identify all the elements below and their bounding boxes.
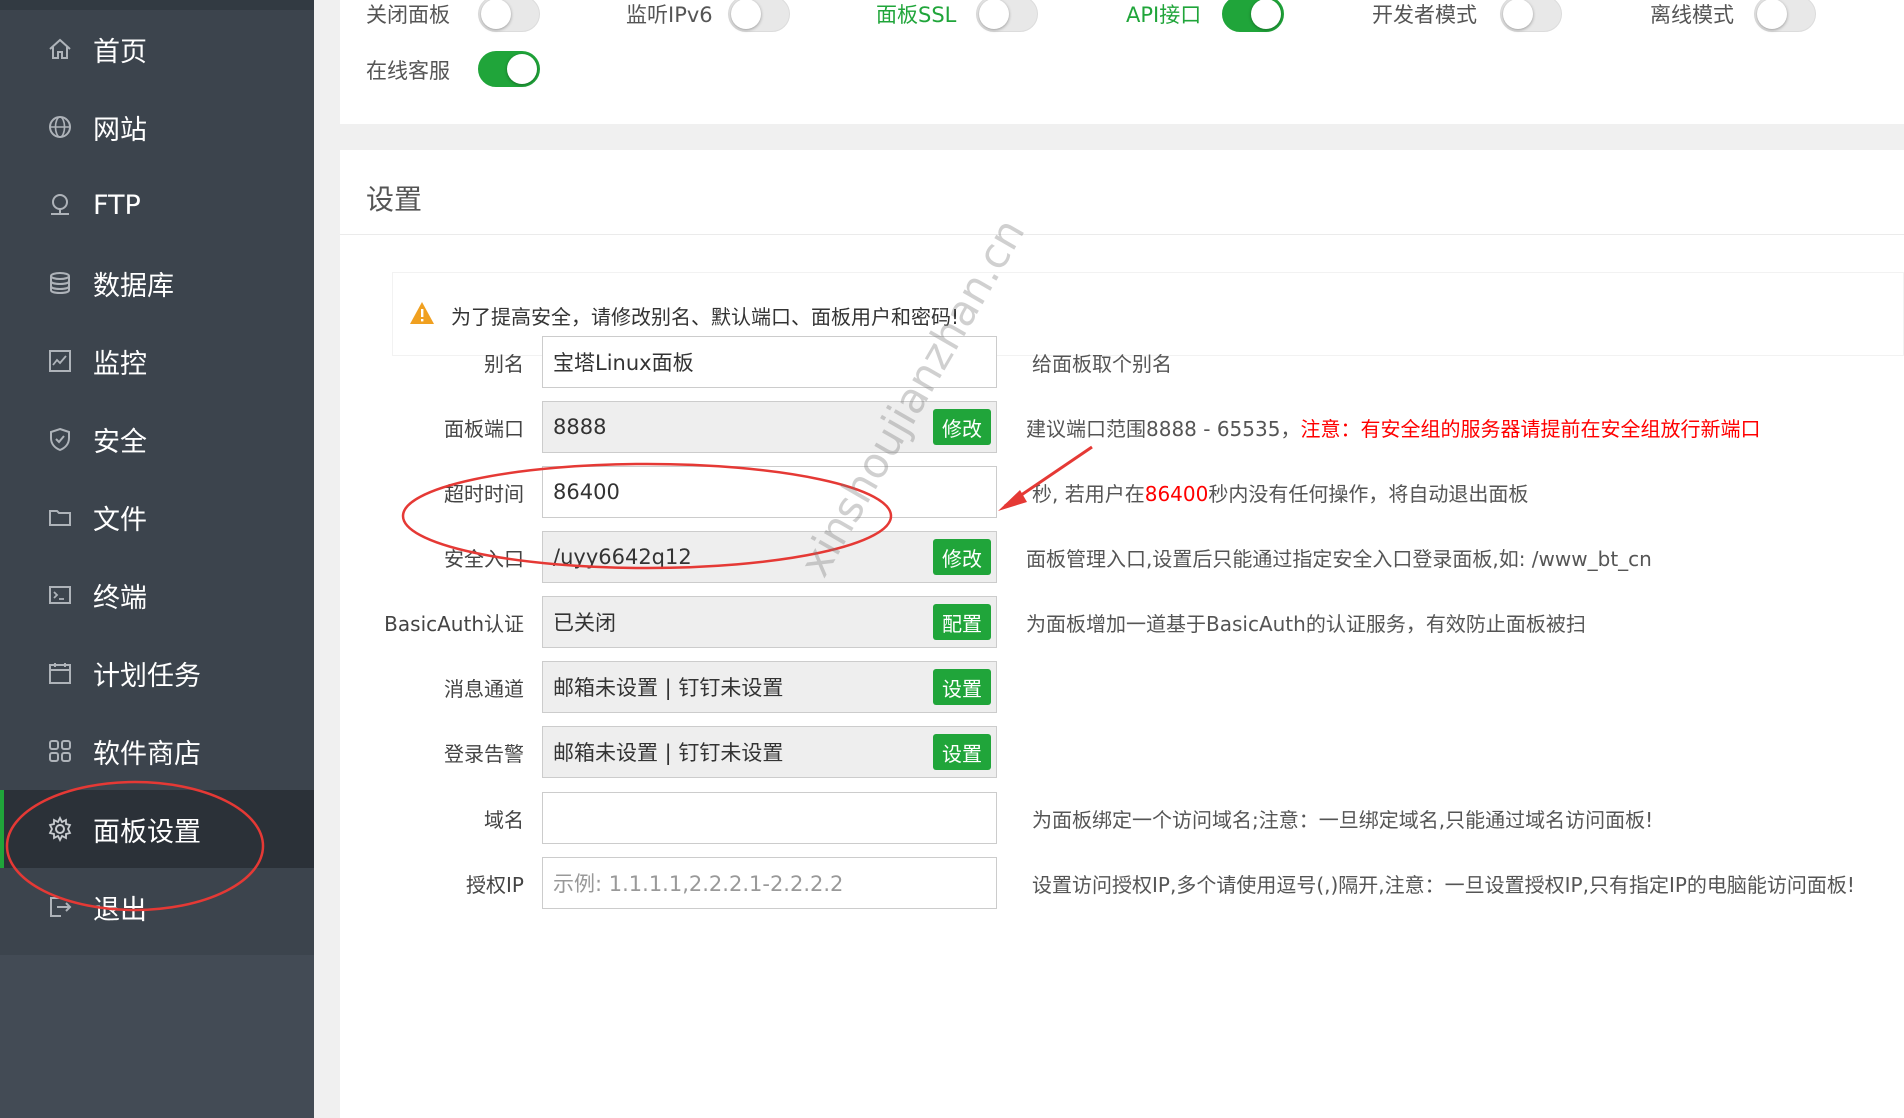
- sidebar-top-edge: [0, 0, 314, 10]
- sidebar-item-home[interactable]: 首页: [0, 10, 314, 88]
- panel-ssl-switch[interactable]: [976, 0, 1038, 32]
- panel-port-input: 8888 修改: [542, 401, 997, 453]
- toggle-label: 关闭面板: [366, 3, 450, 27]
- sidebar-item-label: 退出: [93, 894, 147, 926]
- warning-icon: [410, 302, 434, 324]
- timeout-label: 超时时间: [444, 482, 524, 506]
- auth-ip-input[interactable]: 示例: 1.1.1.1,2.2.2.1-2.2.2.2: [542, 857, 997, 909]
- toggle-label: API接口: [1126, 3, 1202, 27]
- domain-input[interactable]: [542, 792, 997, 844]
- folder-icon: [46, 503, 74, 531]
- security-entry-hint: 面板管理入口,设置后只能通过指定安全入口登录面板,如: /www_bt_cn: [1026, 547, 1652, 571]
- feature-toggles-card: 关闭面板 监听IPv6 面板SSL API接口 开发者模式 离线模式 在线客服: [340, 0, 1904, 124]
- toggle-label: 面板SSL: [876, 3, 957, 27]
- sidebar-item-ftp[interactable]: FTP: [0, 166, 314, 244]
- sidebar-item-website[interactable]: 网站: [0, 88, 314, 166]
- alert-text: 为了提高安全，请修改别名、默认端口、面板用户和密码!: [451, 305, 960, 329]
- alias-label: 别名: [484, 352, 524, 376]
- toggle-label: 离线模式: [1650, 3, 1734, 27]
- sidebar-item-label: 网站: [93, 114, 147, 146]
- app-root: 首页 网站 FTP 数据库 监控 安全 文件 终端 计划任务 软件商店 面板设置…: [0, 0, 1904, 1118]
- auth-ip-hint: 设置访问授权IP,多个请使用逗号(,)隔开,注意：一旦设置授权IP,只有指定IP…: [1032, 873, 1855, 897]
- sidebar-item-label: 终端: [93, 582, 147, 614]
- message-channel-label: 消息通道: [444, 677, 524, 701]
- sidebar-item-label: 首页: [93, 36, 147, 68]
- sidebar-item-files[interactable]: 文件: [0, 478, 314, 556]
- online-support-switch[interactable]: [478, 51, 540, 87]
- globe-icon: [46, 113, 74, 141]
- ipv6-switch[interactable]: [728, 0, 790, 32]
- timeout-hint: 秒, 若用户在86400秒内没有任何操作，将自动退出面板: [1032, 482, 1529, 506]
- panel-port-label: 面板端口: [444, 417, 524, 441]
- toggle-panel-ssl: 面板SSL: [876, 0, 956, 34]
- set-login-alert-button[interactable]: 设置: [933, 734, 991, 770]
- shield-icon: [46, 425, 74, 453]
- terminal-icon: [46, 581, 74, 609]
- domain-label: 域名: [484, 808, 524, 832]
- calendar-icon: [46, 659, 74, 687]
- toggle-developer-mode: 开发者模式: [1372, 0, 1477, 34]
- sidebar: 首页 网站 FTP 数据库 监控 安全 文件 终端 计划任务 软件商店 面板设置…: [0, 0, 314, 1118]
- sidebar-item-panel-settings[interactable]: 面板设置: [0, 790, 314, 868]
- basicauth-label: BasicAuth认证: [384, 612, 524, 636]
- message-channel-input: 邮箱未设置 | 钉钉未设置 设置: [542, 661, 997, 713]
- domain-hint: 为面板绑定一个访问域名;注意：一旦绑定域名,只能通过域名访问面板!: [1032, 808, 1654, 832]
- security-entry-label: 安全入口: [444, 547, 524, 571]
- page-title: 设置: [366, 183, 423, 216]
- toggle-ipv6: 监听IPv6: [626, 0, 713, 34]
- toggle-close-panel: 关闭面板: [366, 0, 450, 34]
- timeout-input[interactable]: 86400: [542, 466, 997, 518]
- main-content: 关闭面板 监听IPv6 面板SSL API接口 开发者模式 离线模式 在线客服 …: [314, 0, 1904, 1118]
- alias-input[interactable]: 宝塔Linux面板: [542, 336, 997, 388]
- home-icon: [46, 35, 74, 63]
- ftp-icon: [46, 191, 74, 219]
- modify-entry-button[interactable]: 修改: [933, 539, 991, 575]
- sidebar-footer: [0, 955, 314, 1118]
- toggle-offline-mode: 离线模式: [1650, 0, 1734, 34]
- security-entry-input: /uyy6642q12 修改: [542, 531, 997, 583]
- sidebar-item-database[interactable]: 数据库: [0, 244, 314, 322]
- login-alert-input: 邮箱未设置 | 钉钉未设置 设置: [542, 726, 997, 778]
- toggle-online-support: 在线客服: [366, 50, 450, 90]
- toggle-api: API接口: [1126, 0, 1201, 34]
- sidebar-item-label: 监控: [93, 348, 147, 380]
- sidebar-item-label: 数据库: [93, 270, 174, 302]
- sidebar-item-label: 面板设置: [93, 816, 201, 848]
- panel-port-hint: 建议端口范围8888 - 65535，注意：有安全组的服务器请提前在安全组放行新…: [1026, 417, 1761, 441]
- divider: [340, 234, 1904, 235]
- sidebar-item-terminal[interactable]: 终端: [0, 556, 314, 634]
- sidebar-item-label: 文件: [93, 504, 147, 536]
- offline-mode-switch[interactable]: [1754, 0, 1816, 32]
- sidebar-item-security[interactable]: 安全: [0, 400, 314, 478]
- sidebar-item-monitor[interactable]: 监控: [0, 322, 314, 400]
- sidebar-item-store[interactable]: 软件商店: [0, 712, 314, 790]
- sidebar-item-label: 安全: [93, 426, 147, 458]
- database-icon: [46, 269, 74, 297]
- alias-hint: 给面板取个别名: [1032, 352, 1172, 376]
- apps-icon: [46, 737, 74, 765]
- toggle-label: 在线客服: [366, 59, 450, 83]
- settings-card: 设置 为了提高安全，请修改别名、默认端口、面板用户和密码! 别名 宝塔Linux…: [340, 150, 1904, 1118]
- api-switch[interactable]: [1222, 0, 1284, 32]
- basicauth-hint: 为面板增加一道基于BasicAuth的认证服务，有效防止面板被扫: [1026, 612, 1586, 636]
- logout-icon: [46, 893, 74, 921]
- monitor-icon: [46, 347, 74, 375]
- modify-port-button[interactable]: 修改: [933, 409, 991, 445]
- sidebar-item-label: 软件商店: [93, 738, 201, 770]
- sidebar-item-logout[interactable]: 退出: [0, 868, 314, 946]
- developer-mode-switch[interactable]: [1500, 0, 1562, 32]
- sidebar-item-label: 计划任务: [93, 660, 201, 692]
- basicauth-input: 已关闭 配置: [542, 596, 997, 648]
- sidebar-item-label: FTP: [93, 189, 141, 221]
- auth-ip-label: 授权IP: [466, 873, 524, 897]
- sidebar-item-cron[interactable]: 计划任务: [0, 634, 314, 712]
- close-panel-switch[interactable]: [478, 0, 540, 32]
- configure-basicauth-button[interactable]: 配置: [933, 604, 991, 640]
- login-alert-label: 登录告警: [444, 742, 524, 766]
- set-message-channel-button[interactable]: 设置: [933, 669, 991, 705]
- toggle-label: 开发者模式: [1372, 3, 1477, 27]
- gear-icon: [46, 815, 74, 843]
- toggle-label: 监听IPv6: [626, 3, 713, 27]
